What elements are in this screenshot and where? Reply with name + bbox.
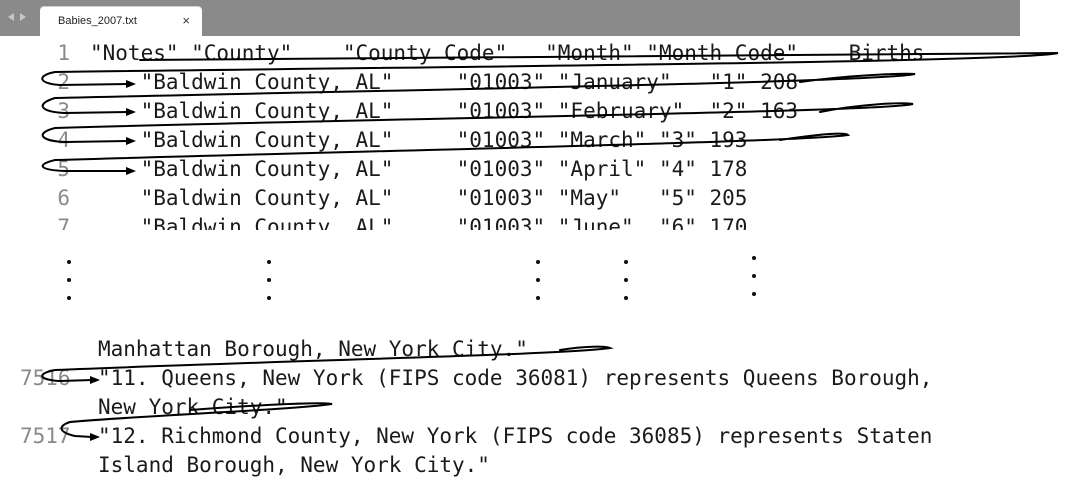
- code-line: "Notes" "County" "County Code" "Month" "…: [90, 41, 925, 65]
- line-number: 5: [57, 157, 70, 181]
- line-number: 7: [57, 215, 70, 230]
- code-line: Island Borough, New York City.": [98, 453, 490, 477]
- tab-prev-icon[interactable]: [8, 13, 14, 21]
- ellipsis-icon: [536, 258, 540, 306]
- code-line: "Baldwin County, AL" "01003" "April" "4"…: [90, 157, 748, 181]
- line-number: 6: [57, 186, 70, 210]
- line-number: 2: [57, 70, 70, 94]
- ellipsis-icon: [752, 254, 756, 302]
- editor-top[interactable]: 1 "Notes" "County" "County Code" "Month"…: [0, 36, 1066, 230]
- line-number: 1: [57, 41, 70, 65]
- ellipsis-icon: [267, 258, 271, 306]
- code-line: "Baldwin County, AL" "01003" "January" "…: [90, 70, 799, 94]
- code-line: "Baldwin County, AL" "01003" "March" "3"…: [90, 128, 748, 152]
- code-line: New York City.": [98, 395, 288, 419]
- tab-next-icon[interactable]: [20, 13, 26, 21]
- code-line: "Baldwin County, AL" "01003" "February" …: [90, 99, 799, 123]
- tab-bar: Babies_2007.txt ×: [0, 0, 1020, 36]
- line-number: 7517: [20, 424, 71, 448]
- code-line: "Baldwin County, AL" "01003" "June" "6" …: [90, 215, 748, 230]
- tab-babies-2007[interactable]: Babies_2007.txt ×: [40, 7, 202, 36]
- ellipsis-icon: [67, 258, 71, 306]
- line-number: 4: [57, 128, 70, 152]
- code-line: Manhattan Borough, New York City.": [98, 337, 528, 361]
- ellipsis-icon: [624, 258, 628, 306]
- line-number: 7516: [20, 366, 71, 390]
- code-line: "11. Queens, New York (FIPS code 36081) …: [98, 366, 933, 390]
- code-line: "12. Richmond County, New York (FIPS cod…: [98, 424, 933, 448]
- code-line: "Baldwin County, AL" "01003" "May" "5" 2…: [90, 186, 748, 210]
- tab-nav-arrows[interactable]: [6, 13, 34, 23]
- close-icon[interactable]: ×: [182, 13, 190, 28]
- tab-title: Babies_2007.txt: [58, 15, 137, 27]
- line-number: 3: [57, 99, 70, 123]
